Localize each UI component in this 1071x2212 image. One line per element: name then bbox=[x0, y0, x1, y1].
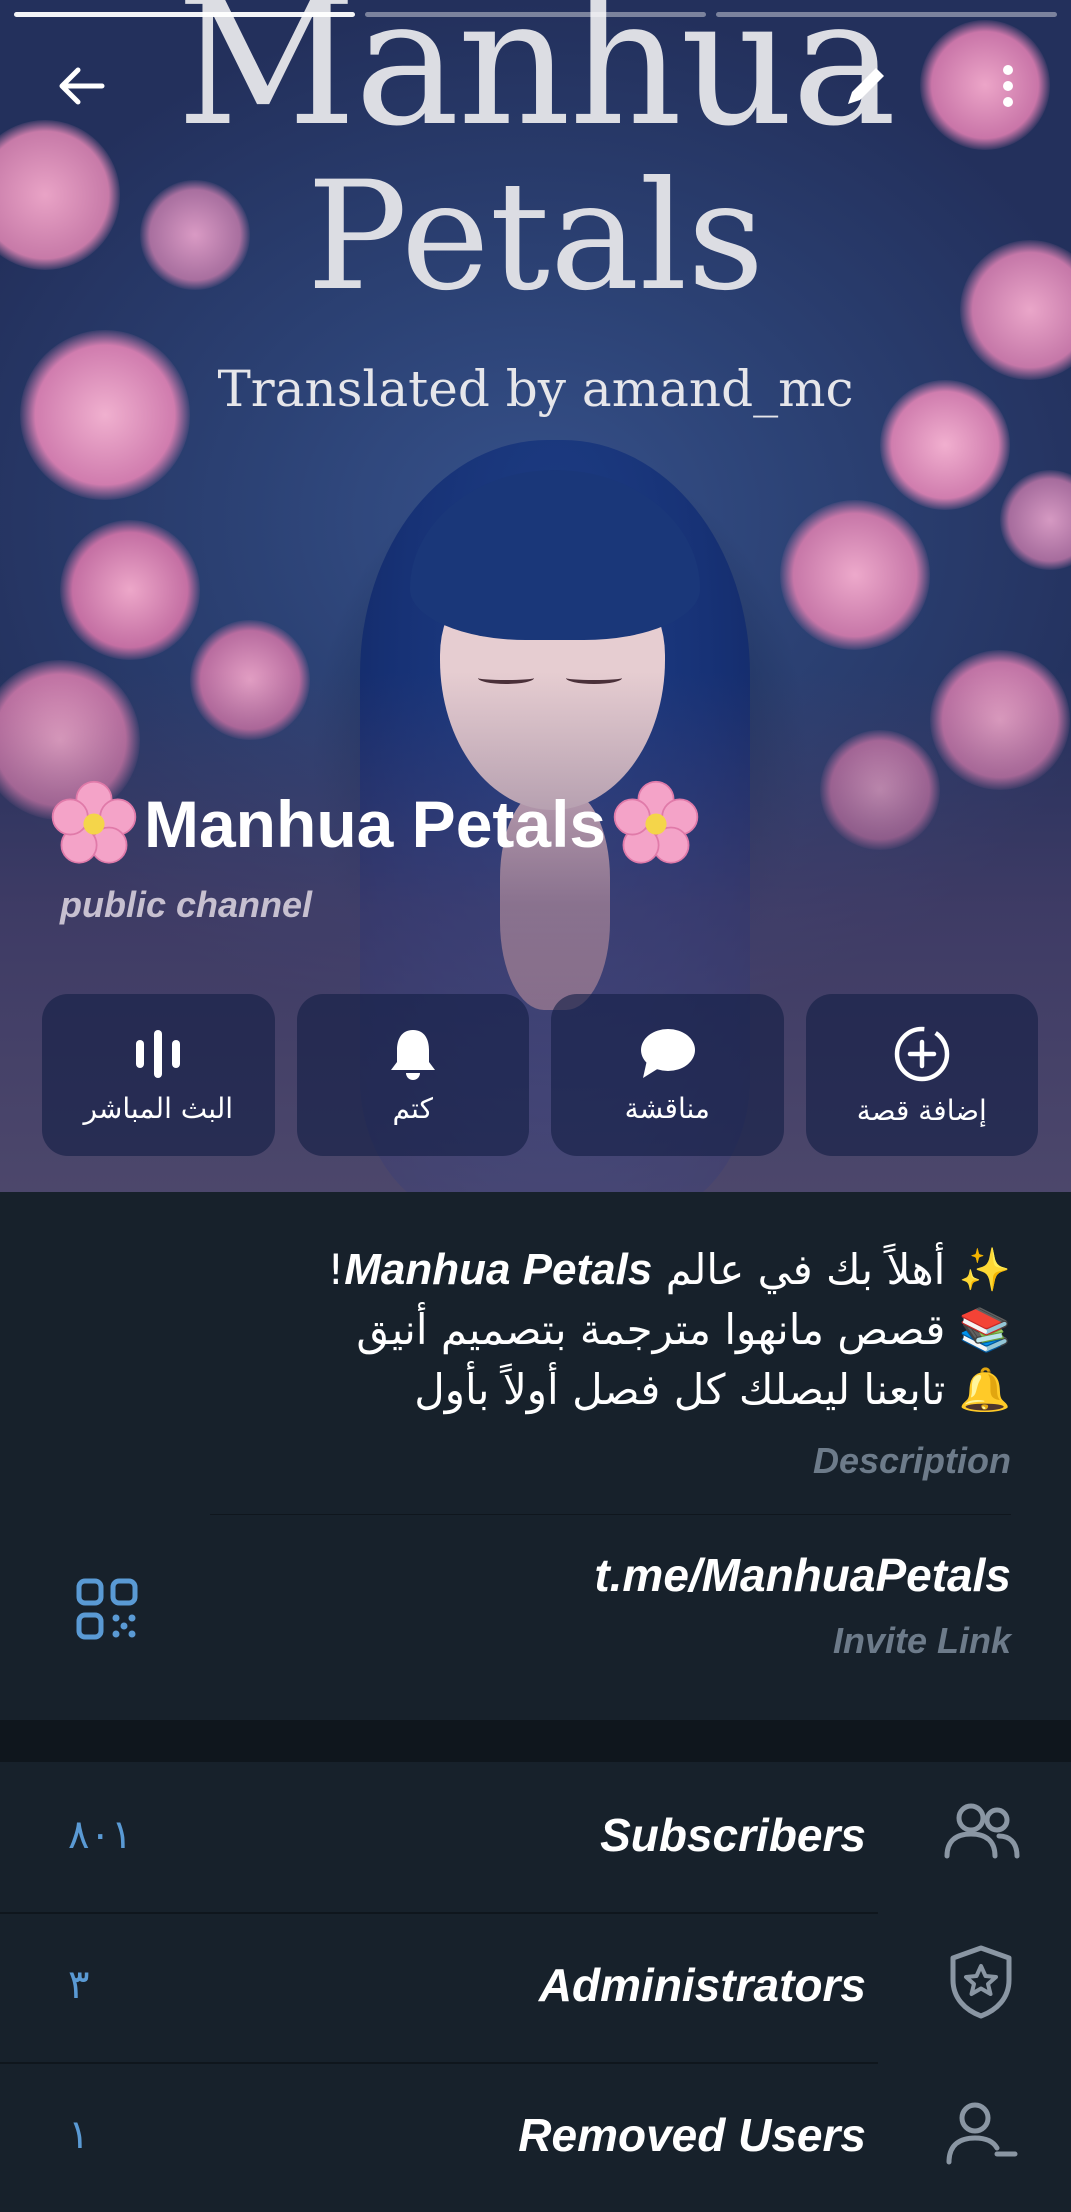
section-gap bbox=[0, 1720, 1071, 1762]
story-progress bbox=[14, 12, 1057, 18]
administrators-count: ٣ bbox=[68, 1962, 90, 2008]
channel-type: public channel bbox=[60, 884, 313, 925]
story-segment bbox=[716, 12, 1057, 17]
shield-star-icon bbox=[950, 1945, 1012, 2019]
remove-user-icon bbox=[946, 2102, 1018, 2165]
story-segment bbox=[365, 12, 706, 17]
bell-icon bbox=[390, 1029, 435, 1080]
qr-code-icon bbox=[76, 1578, 138, 1640]
discussion-label: مناقشة bbox=[624, 1091, 710, 1125]
pencil-icon bbox=[848, 68, 884, 104]
cherry-blossom-icon bbox=[613, 780, 699, 864]
description-label: Description bbox=[812, 1440, 1011, 1481]
cover-credit: Translated by amand_mc bbox=[217, 360, 854, 418]
mute-label: كتم bbox=[392, 1091, 433, 1125]
invite-link[interactable]: t.me/ManhuaPetals bbox=[594, 1548, 1011, 1602]
administrators-row[interactable]: ٣ Administrators bbox=[0, 1912, 1071, 2062]
live-stream-icon bbox=[136, 1029, 181, 1078]
subscribers-count: ٨٠١ bbox=[68, 1812, 133, 1858]
cover-title-line1: Manhua bbox=[176, 0, 896, 165]
description-line1: ✨ أهلاً بك في عالم Manhua Petals! bbox=[327, 1245, 1011, 1294]
live-stream-label: البث المباشر bbox=[83, 1091, 234, 1125]
removed-users-row[interactable]: ١ Removed Users bbox=[0, 2062, 1071, 2212]
divider bbox=[210, 1514, 1011, 1515]
removed-users-count: ١ bbox=[68, 2112, 90, 2158]
discussion-button[interactable]: مناقشة bbox=[551, 994, 784, 1156]
description-line2: 📚 قصص مانهوا مترجمة بتصميم أنيق bbox=[356, 1305, 1011, 1354]
story-segment bbox=[14, 12, 355, 17]
people-icon bbox=[944, 1803, 1020, 1859]
action-buttons: البث المباشر كتم مناقشة إضافة قصة bbox=[42, 994, 1038, 1156]
edit-button[interactable] bbox=[836, 56, 896, 116]
add-story-label: إضافة قصة bbox=[856, 1093, 987, 1127]
administrators-label: Administrators bbox=[538, 1959, 866, 2011]
add-story-icon bbox=[894, 1026, 949, 1081]
channel-description: ✨ أهلاً بك في عالم Manhua Petals! 📚 قصص … bbox=[111, 1240, 1011, 1420]
cherry-blossom-icon bbox=[51, 780, 137, 864]
invite-link-label: Invite Link bbox=[832, 1620, 1011, 1661]
back-arrow-icon bbox=[59, 67, 105, 105]
back-button[interactable] bbox=[52, 56, 112, 116]
more-vertical-icon bbox=[1003, 65, 1013, 107]
live-stream-button[interactable]: البث المباشر bbox=[42, 994, 275, 1156]
cover-title-line2: Petals bbox=[306, 150, 765, 324]
channel-title: Manhua Petals bbox=[50, 780, 700, 868]
mute-button[interactable]: كتم bbox=[296, 994, 529, 1156]
chat-bubble-icon bbox=[641, 1028, 696, 1078]
removed-users-label: Removed Users bbox=[518, 2109, 866, 2161]
qr-code-button[interactable] bbox=[76, 1578, 138, 1644]
subscribers-label: Subscribers bbox=[600, 1809, 866, 1861]
subscribers-row[interactable]: ٨٠١ Subscribers bbox=[0, 1762, 1071, 1912]
description-line3: 🔔 تابعنا ليصلك كل فصل أولاً بأول bbox=[414, 1365, 1011, 1414]
more-options-button[interactable] bbox=[978, 56, 1038, 116]
add-story-button[interactable]: إضافة قصة bbox=[805, 994, 1038, 1156]
channel-title-text: Manhua Petals bbox=[144, 787, 607, 861]
